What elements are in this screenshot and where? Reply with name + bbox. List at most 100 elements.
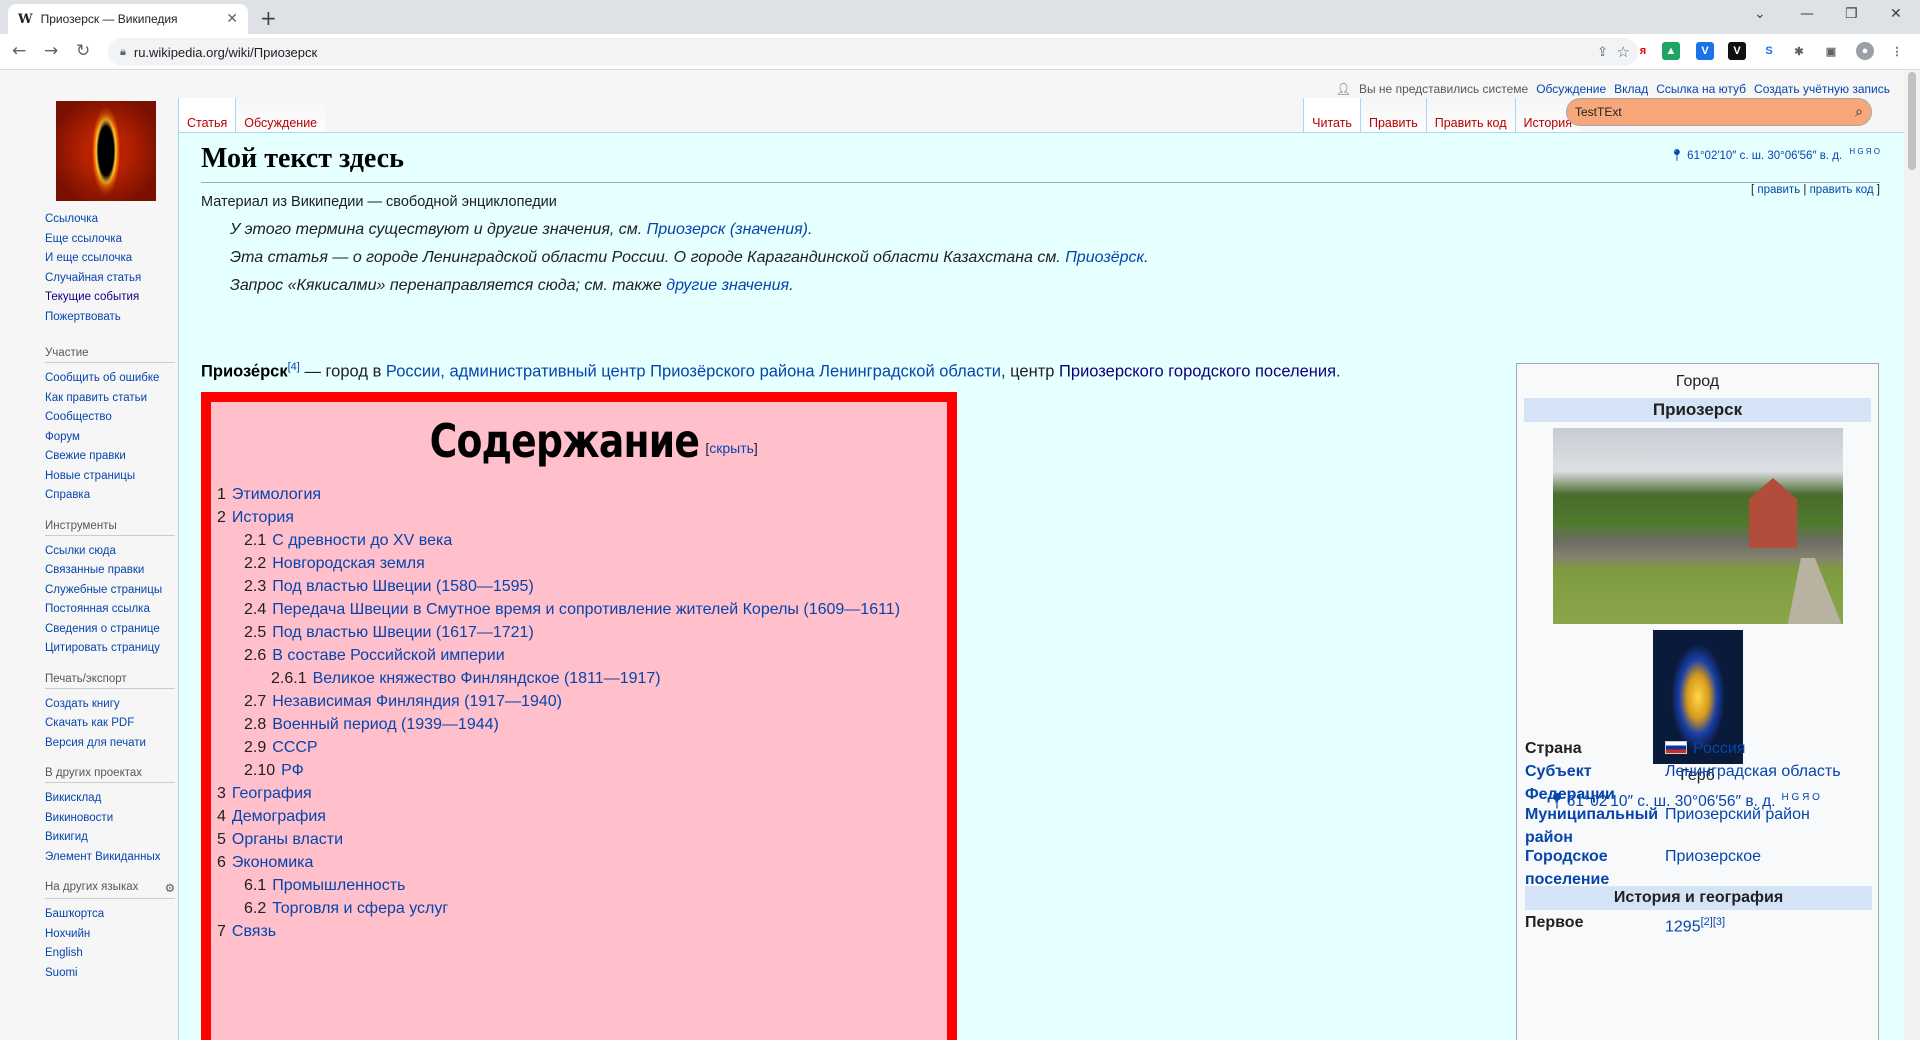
share-icon[interactable]: ⇪	[1597, 44, 1608, 60]
coord-text[interactable]: 61°02′10″ с. ш. 30°06′56″ в. д.	[1687, 150, 1842, 162]
founded-refs[interactable]: [2][3]	[1701, 916, 1725, 928]
toc-item[interactable]: 6.2 Торговля и сфера услуг	[244, 900, 448, 918]
infobox-value-text[interactable]: Приозерское	[1665, 848, 1761, 865]
forward-icon[interactable]: →	[44, 41, 58, 61]
extensions-puzzle-icon[interactable]: ✱	[1790, 42, 1808, 60]
toc-hide-link[interactable]: скрыть	[709, 440, 754, 456]
scrollbar-thumb[interactable]	[1908, 72, 1916, 170]
toc-link[interactable]: Торговля и сфера услуг	[272, 900, 448, 917]
title-coordinates[interactable]: 📍︎ 61°02′10″ с. ш. 30°06′56″ в. д. H G Я…	[1669, 147, 1880, 162]
lead-link[interactable]: России, административный центр Приозёрск…	[386, 363, 1001, 381]
sidebar-link[interactable]: Версия для печати	[45, 734, 175, 754]
restore-icon[interactable]: ❐	[1845, 6, 1858, 22]
coord-links[interactable]: H G Я O	[1849, 147, 1880, 156]
toc-link[interactable]: Этимология	[232, 486, 321, 503]
edit-source-link[interactable]: править код	[1810, 184, 1874, 196]
toc-link[interactable]: Передача Швеции в Смутное время и сопрот…	[272, 601, 900, 618]
site-logo[interactable]	[56, 101, 156, 201]
toc-link[interactable]: Связь	[232, 923, 276, 940]
toc-item[interactable]: 6.1 Промышленность	[244, 877, 405, 895]
side-panel-icon[interactable]: ▣	[1822, 42, 1840, 60]
toc-link[interactable]: Военный период (1939—1944)	[272, 716, 499, 733]
back-icon[interactable]: ←	[12, 41, 26, 61]
sidebar-link[interactable]: Справка	[45, 486, 175, 506]
sidebar-link[interactable]: Связанные правки	[45, 561, 175, 581]
toc-link[interactable]: Демография	[232, 808, 326, 825]
toc-link[interactable]: Промышленность	[272, 877, 405, 894]
sidebar-link[interactable]: Свежие правки	[45, 447, 175, 467]
sidebar-link[interactable]: Цитировать страницу	[45, 639, 175, 659]
toc-item[interactable]: 2.2 Новгородская земля	[244, 555, 425, 573]
browser-tab[interactable]: W Приозерск — Википедия ✕	[8, 4, 248, 34]
sidebar-link[interactable]: Элемент Викиданных	[45, 848, 175, 868]
user-link-talk[interactable]: Обсуждение	[1536, 82, 1606, 96]
user-link-create-account[interactable]: Создать учётную запись	[1754, 82, 1890, 96]
toc-link[interactable]: География	[232, 785, 312, 802]
toc-item[interactable]: 2.10 РФ	[244, 762, 304, 780]
toc-link[interactable]: В составе Российской империи	[272, 647, 504, 664]
toc-item[interactable]: 2.7 Независимая Финляндия (1917—1940)	[244, 693, 562, 711]
toc-item[interactable]: 2.6 В составе Российской империи	[244, 647, 505, 665]
toc-link[interactable]: РФ	[281, 762, 304, 779]
toc-hide-toggle[interactable]: [скрыть]	[705, 440, 757, 456]
infobox-value-text[interactable]: Приозерский район	[1665, 806, 1810, 823]
gear-icon[interactable]: ⚙	[165, 881, 175, 895]
sidebar-link[interactable]: Викисклад	[45, 789, 175, 809]
s-extension-icon[interactable]: S	[1760, 42, 1778, 60]
toc-item[interactable]: 7 Связь	[217, 923, 276, 941]
hatnote-link[interactable]: Приозерск (значения)	[647, 221, 808, 238]
toc-item[interactable]: 3 География	[217, 785, 312, 803]
toc-item[interactable]: 2 История	[217, 509, 294, 527]
sidebar-link[interactable]: Пожертвовать	[45, 308, 175, 328]
infobox-value-text[interactable]: Россия	[1693, 740, 1745, 757]
edit-link[interactable]: править	[1757, 184, 1800, 196]
v-extension-icon[interactable]: V	[1696, 42, 1714, 60]
sidebar-link[interactable]: Ссылочка	[45, 210, 175, 230]
tab-search-icon[interactable]: ⌄	[1754, 6, 1766, 22]
yandex-extension-icon[interactable]: я	[1634, 42, 1652, 60]
infobox-value[interactable]: Ленинградская область	[1665, 760, 1872, 806]
bookmark-star-icon[interactable]: ☆	[1617, 43, 1630, 61]
toc-link[interactable]: Великое княжество Финляндское (1811—1917…	[313, 670, 661, 687]
minimize-icon[interactable]: —	[1800, 6, 1814, 22]
sidebar-link[interactable]: Сведения о странице	[45, 620, 175, 640]
toc-link[interactable]: С древности до XV века	[272, 532, 452, 549]
infobox-key[interactable]: Муниципальный район	[1525, 803, 1665, 849]
sidebar-link[interactable]: Создать книгу	[45, 695, 175, 715]
address-bar[interactable]: 🔒︎ ru.wikipedia.org/wiki/Приозерск ⇪ ☆	[108, 38, 1638, 66]
sidebar-link[interactable]: Форум	[45, 428, 175, 448]
infobox-value[interactable]: Россия	[1665, 737, 1872, 760]
hatnote-link[interactable]: Приозёрск	[1065, 249, 1144, 266]
drive-extension-icon[interactable]: ▲	[1662, 42, 1680, 60]
sidebar-link[interactable]: Текущие события	[45, 288, 175, 308]
sidebar-link[interactable]: Еще ссылочка	[45, 230, 175, 250]
hatnote-link[interactable]: другие значения	[666, 277, 789, 294]
sidebar-link[interactable]: Скачать как PDF	[45, 714, 175, 734]
reload-icon[interactable]: ↻	[76, 41, 90, 61]
close-window-icon[interactable]: ✕	[1890, 6, 1902, 22]
sidebar-link[interactable]: Suomi	[45, 964, 175, 984]
toc-item[interactable]: 5 Органы власти	[217, 831, 343, 849]
sidebar-link[interactable]: Викиновости	[45, 809, 175, 829]
sidebar-link[interactable]: Ссылки сюда	[45, 542, 175, 562]
sidebar-link[interactable]: Новые страницы	[45, 467, 175, 487]
sidebar-link[interactable]: Служебные страницы	[45, 581, 175, 601]
toc-item[interactable]: 2.4 Передача Швеции в Смутное время и соп…	[244, 601, 900, 619]
toc-link[interactable]: История	[232, 509, 294, 526]
toc-item[interactable]: 6 Экономика	[217, 854, 313, 872]
toc-item[interactable]: 2.8 Военный период (1939—1944)	[244, 716, 499, 734]
infobox-value[interactable]: Приозерский район	[1665, 803, 1872, 849]
toc-link[interactable]: Новгородская земля	[272, 555, 425, 572]
user-link-contrib[interactable]: Вклад	[1614, 82, 1648, 96]
lock-icon[interactable]: 🔒︎	[120, 46, 126, 59]
toc-item[interactable]: 4 Демография	[217, 808, 326, 826]
sidebar-link[interactable]: Сообщество	[45, 408, 175, 428]
sidebar-link[interactable]: English	[45, 944, 175, 964]
founded-year[interactable]: 1295	[1665, 918, 1701, 935]
toc-link[interactable]: Экономика	[232, 854, 314, 871]
lead-link[interactable]: Приозерского городского поселения	[1059, 363, 1336, 381]
profile-avatar[interactable]: ●	[1856, 42, 1874, 60]
infobox-value[interactable]: Приозерское	[1665, 845, 1872, 891]
toc-item[interactable]: 2.9 СССР	[244, 739, 318, 757]
search-icon[interactable]: ⌕	[1855, 103, 1863, 120]
